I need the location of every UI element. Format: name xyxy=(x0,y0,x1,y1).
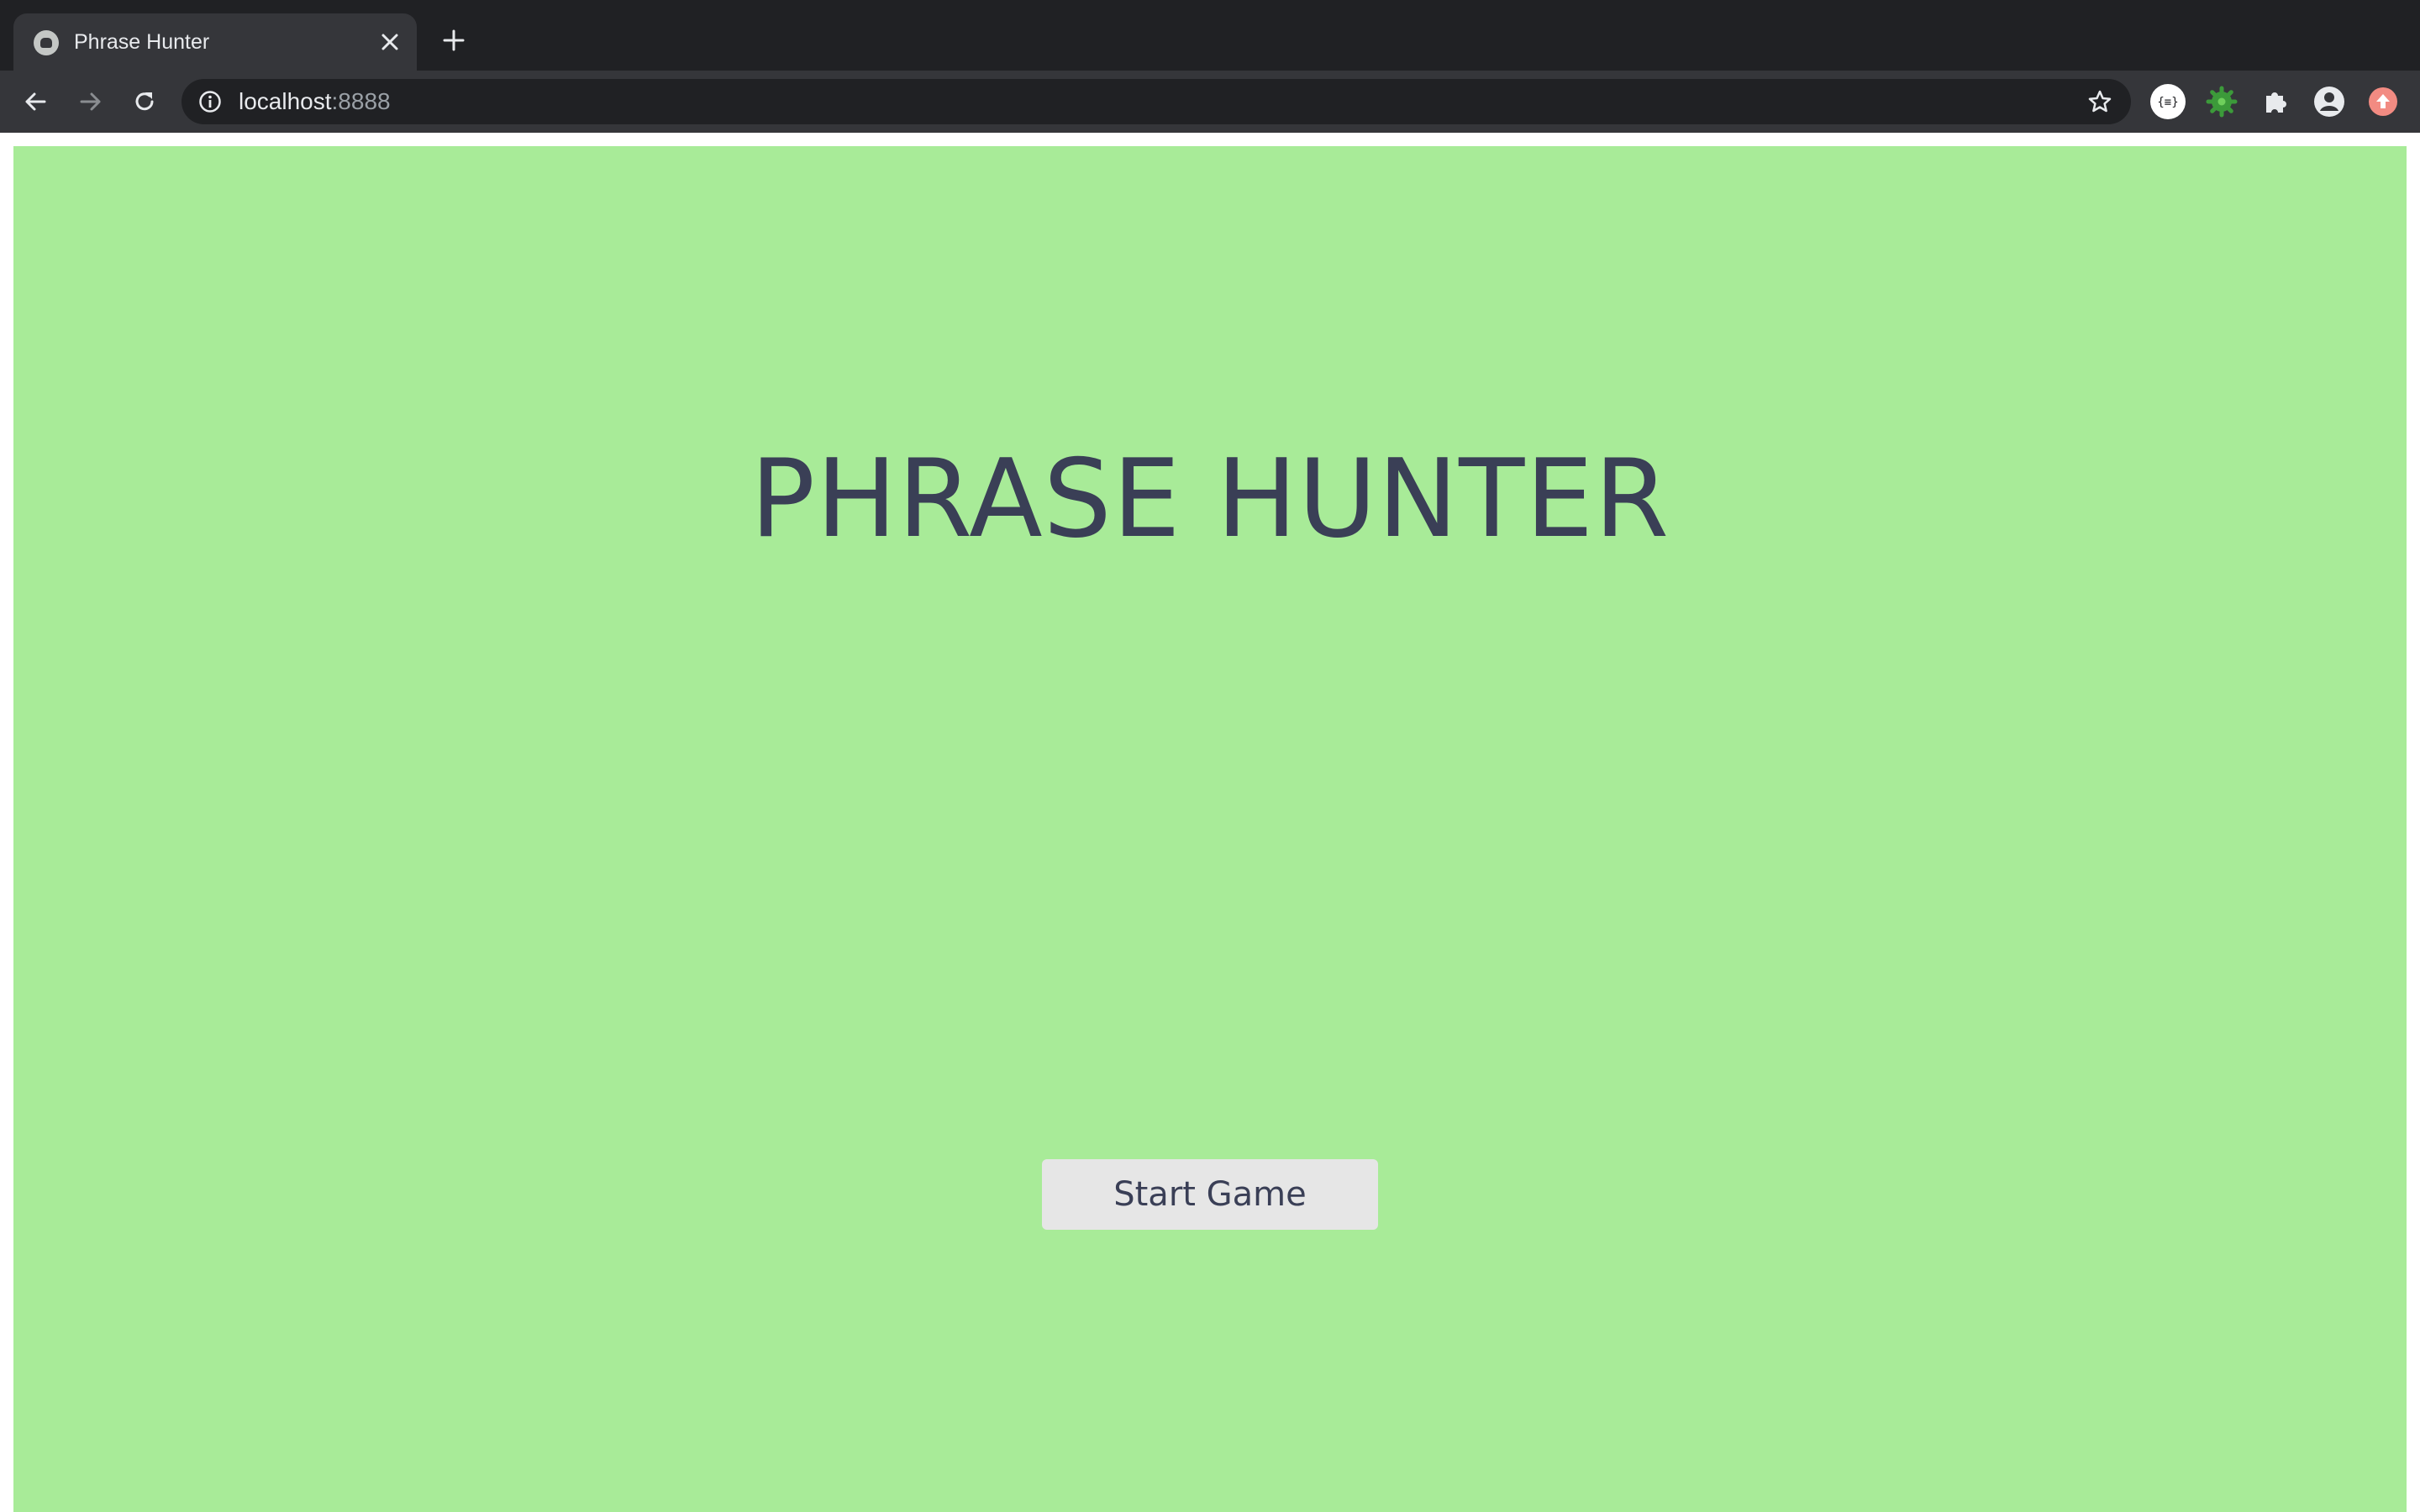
tab-title: Phrase Hunter xyxy=(74,30,210,54)
start-game-button[interactable]: Start Game xyxy=(1042,1159,1378,1230)
url-host: localhost xyxy=(239,88,332,114)
profile-icon[interactable] xyxy=(2311,83,2348,120)
info-icon[interactable] xyxy=(198,90,222,113)
puzzle-icon[interactable] xyxy=(2257,83,2294,120)
tab-strip: Phrase Hunter xyxy=(0,0,2420,71)
page-top-margin xyxy=(0,133,2420,146)
bookmark-star-icon[interactable] xyxy=(2087,89,2112,114)
browser-tab[interactable]: Phrase Hunter xyxy=(13,13,417,71)
new-tab-plus-icon[interactable] xyxy=(437,24,471,57)
gear-extension-icon[interactable] xyxy=(2203,83,2240,120)
update-icon[interactable] xyxy=(2365,83,2402,120)
address-bar[interactable]: localhost:8888 xyxy=(182,79,2131,124)
page-title: PHRASE HUNTER xyxy=(750,437,1670,562)
elephant-favicon-icon xyxy=(34,30,59,55)
browser-toolbar: localhost:8888 {≡} xyxy=(0,71,2420,133)
forward-arrow-icon[interactable] xyxy=(72,83,109,120)
close-icon[interactable] xyxy=(375,27,405,57)
reload-icon[interactable] xyxy=(126,83,163,120)
game-overlay: PHRASE HUNTER Start Game xyxy=(13,146,2407,1512)
url-port: :8888 xyxy=(331,88,391,114)
svg-text:{≡}: {≡} xyxy=(2157,96,2178,109)
json-viewer-icon[interactable]: {≡} xyxy=(2149,83,2186,120)
back-arrow-icon[interactable] xyxy=(17,83,54,120)
url-text: localhost:8888 xyxy=(239,87,391,116)
